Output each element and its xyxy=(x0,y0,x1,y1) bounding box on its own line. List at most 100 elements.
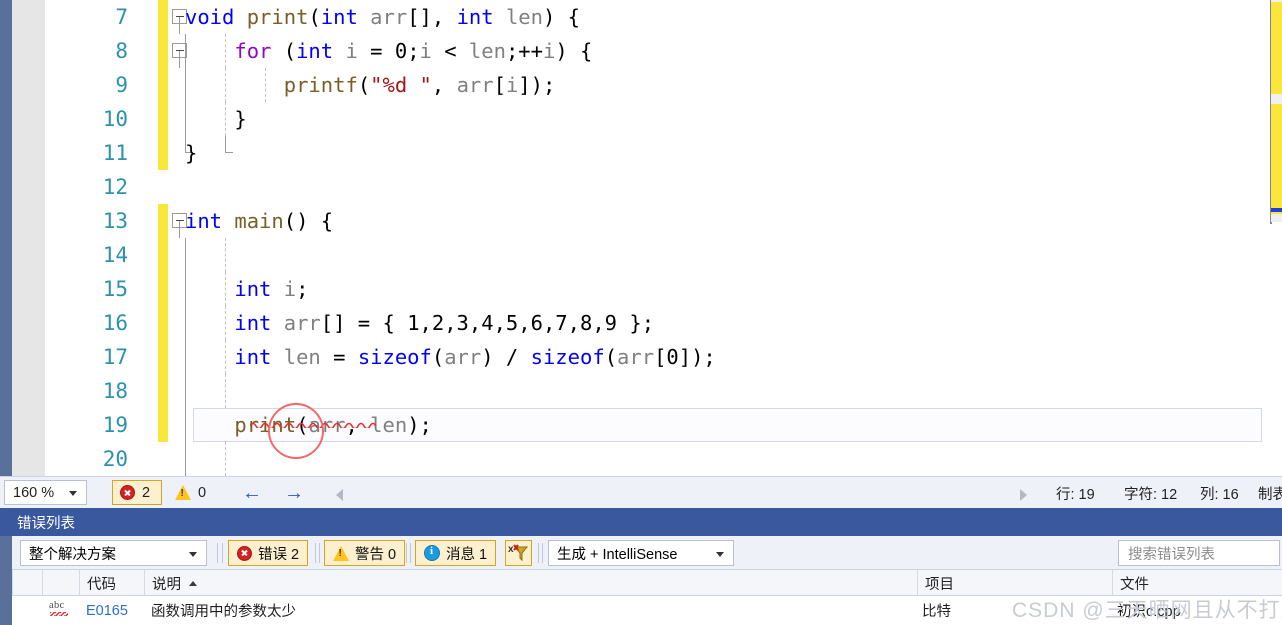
code-line-17[interactable]: 17 int len = sizeof(arr) / sizeof(arr[0]… xyxy=(45,340,1282,374)
status-tab-mode: 制表 xyxy=(1258,487,1282,503)
change-bar xyxy=(158,34,168,68)
column-header-code[interactable]: 代码 xyxy=(79,570,144,596)
toolbar-separator xyxy=(542,543,543,563)
column-header-description[interactable]: 说明 xyxy=(144,570,917,596)
build-filter-dropdown[interactable]: 生成 + IntelliSense xyxy=(548,540,734,566)
fold-connector xyxy=(179,221,180,238)
clear-filter-icon: x xyxy=(508,544,529,562)
editor-status-bar: 160 % 2 0 ← → 行: 19 字符: 12 列: 16 制表 xyxy=(0,476,1282,508)
column-header-project[interactable]: 项目 xyxy=(917,570,1112,596)
zoom-level-dropdown[interactable]: 160 % xyxy=(4,480,87,505)
column-header-file[interactable]: 文件 xyxy=(1112,570,1282,596)
clear-filter-button[interactable]: x xyxy=(505,540,532,566)
editor-left-edge-strip xyxy=(0,0,12,476)
line-number: 9 xyxy=(115,73,128,97)
code-line-11[interactable]: 11} xyxy=(45,136,1282,170)
error-count-indicator[interactable]: 2 xyxy=(112,480,163,505)
change-bar xyxy=(158,238,168,272)
code-text: printf("%d ", arr[i]); xyxy=(283,73,556,97)
warning-count-value: 0 xyxy=(198,484,207,501)
row-code[interactable]: E0165 xyxy=(86,596,151,625)
code-line-16[interactable]: 16 int arr[] = { 1,2,3,4,5,6,7,8,9 }; xyxy=(45,306,1282,340)
code-line-7[interactable]: 7 void print(int arr[], int len) { xyxy=(45,0,1282,34)
row-file: 初识c.cpp xyxy=(1117,604,1181,620)
editor-gutter-margin[interactable] xyxy=(12,0,45,476)
scroll-right-icon[interactable] xyxy=(1020,489,1027,501)
code-editor[interactable]: 7 void print(int arr[], int len) {8 for (… xyxy=(0,0,1282,476)
scroll-left-icon[interactable] xyxy=(336,489,343,501)
status-char-number: 字符: 12 xyxy=(1124,487,1178,503)
toolbar-separator xyxy=(410,543,411,563)
warnings-filter-toggle[interactable]: 警告 0 xyxy=(324,540,406,566)
build-filter-value: 生成 + IntelliSense xyxy=(557,546,678,563)
warning-icon xyxy=(175,485,191,500)
line-number: 16 xyxy=(102,311,128,335)
navigate-backward-button[interactable]: ← xyxy=(242,483,262,503)
errors-filter-label: 错误 2 xyxy=(258,546,300,563)
code-line-18[interactable]: 18 xyxy=(45,374,1282,408)
messages-filter-toggle[interactable]: 消息 1 xyxy=(415,540,497,566)
row-project: 比特 xyxy=(922,604,951,620)
indent-guide xyxy=(225,442,226,476)
warnings-filter-label: 警告 0 xyxy=(355,546,397,563)
code-line-14[interactable]: 14 xyxy=(45,238,1282,272)
intellisense-error-icon: abc xyxy=(49,600,73,620)
column-header-project-label: 项目 xyxy=(925,576,954,593)
change-bar xyxy=(158,340,168,374)
change-bar xyxy=(158,408,168,442)
chevron-down-icon xyxy=(716,552,724,557)
zoom-level-value: 160 % xyxy=(13,484,55,501)
code-line-10[interactable]: 10 } xyxy=(45,102,1282,136)
row-severity-icon: abc xyxy=(49,596,86,625)
warning-count-indicator[interactable]: 0 xyxy=(175,480,206,505)
column-header-icon[interactable] xyxy=(42,570,79,596)
toolbar-separator xyxy=(406,543,407,563)
editor-vertical-scrollbar[interactable] xyxy=(1268,0,1282,476)
code-text: void print(int arr[], int len) { xyxy=(185,5,580,29)
column-header-description-label: 说明 xyxy=(152,576,181,593)
line-number: 8 xyxy=(115,39,128,63)
search-placeholder-text: 搜索错误列表 xyxy=(1128,546,1215,563)
line-number: 14 xyxy=(102,243,128,267)
toolbar-separator xyxy=(315,543,316,563)
error-list-panel: 错误列表 整个解决方案 错误 2 警告 0 消 xyxy=(0,508,1282,625)
toolbar-separator xyxy=(217,543,218,563)
code-text: int arr[] = { 1,2,3,4,5,6,7,8,9 }; xyxy=(234,311,655,335)
code-line-12[interactable]: 12 xyxy=(45,170,1282,204)
warning-icon xyxy=(333,545,349,561)
scrollbar-caret-marker xyxy=(1271,208,1282,212)
code-line-9[interactable]: 9 printf("%d ", arr[i]); xyxy=(45,68,1282,102)
column-header-selection[interactable] xyxy=(12,570,42,596)
status-column-number: 列: 16 xyxy=(1200,487,1239,503)
scope-dropdown[interactable]: 整个解决方案 xyxy=(20,540,207,566)
indent-guide xyxy=(185,374,186,408)
code-line-13[interactable]: 13 int main() { xyxy=(45,204,1282,238)
column-header-code-label: 代码 xyxy=(87,576,116,593)
code-text: } xyxy=(185,107,247,131)
line-number: 19 xyxy=(102,413,128,437)
toolbar-separator xyxy=(319,543,320,563)
scrollbar-change-marker-top xyxy=(1271,2,1282,94)
code-line-8[interactable]: 8 for (int i = 0;i < len;++i) { xyxy=(45,34,1282,68)
code-surface[interactable]: 7 void print(int arr[], int len) {8 for (… xyxy=(45,0,1282,476)
code-text: int i; xyxy=(234,277,309,301)
chevron-down-icon xyxy=(189,552,197,557)
code-line-20[interactable]: 20 xyxy=(45,442,1282,476)
navigate-forward-button[interactable]: → xyxy=(284,483,304,503)
code-line-19[interactable]: 19 print(arr, len); xyxy=(45,403,1282,459)
table-row[interactable]: abc E0165 函数调用中的参数太少 比特 初识c.cpp xyxy=(12,596,1282,625)
fold-connector xyxy=(179,17,180,34)
error-count-value: 2 xyxy=(142,484,151,501)
error-list-title-text: 错误列表 xyxy=(17,515,75,532)
error-list-title-bar[interactable]: 错误列表 xyxy=(0,508,1282,536)
visual-studio-window: 7 void print(int arr[], int len) {8 for (… xyxy=(0,0,1282,625)
scrollbar-change-marker-bottom xyxy=(1271,104,1282,214)
errors-filter-toggle[interactable]: 错误 2 xyxy=(228,540,309,566)
line-number: 12 xyxy=(102,175,128,199)
code-line-15[interactable]: 15 int i; xyxy=(45,272,1282,306)
line-number: 18 xyxy=(102,379,128,403)
search-error-list-input[interactable]: 搜索错误列表 xyxy=(1118,540,1280,566)
line-number: 15 xyxy=(102,277,128,301)
line-number: 20 xyxy=(102,447,128,471)
indent-guide xyxy=(185,238,186,272)
